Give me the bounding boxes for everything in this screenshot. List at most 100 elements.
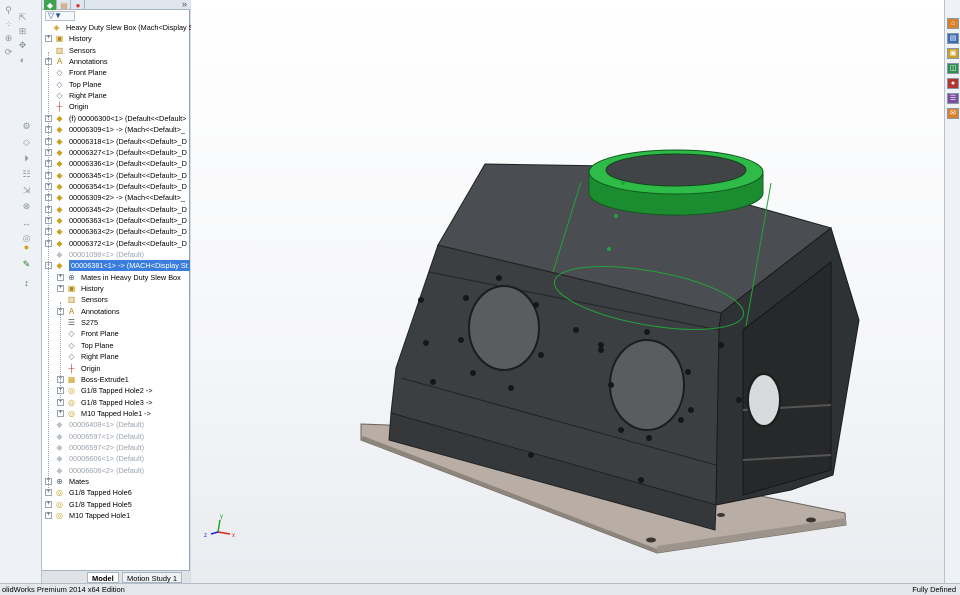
mate-icon[interactable]: ⊕	[2, 32, 15, 45]
tree-item[interactable]: + ◆ 00006354<1> (Default<<Default>_D	[42, 181, 188, 192]
expand-node-icon[interactable]: +	[57, 409, 64, 417]
tree-item[interactable]: + ▣ History	[42, 33, 188, 44]
smart-mate-icon[interactable]: ⚲	[2, 4, 15, 17]
bore-hole-2[interactable]	[609, 339, 685, 431]
bore-hole-1[interactable]	[468, 285, 540, 371]
part-icon: ◆	[56, 431, 63, 441]
tree-item[interactable]: ◇ Front Plane	[42, 328, 188, 339]
tab-model[interactable]: Model	[87, 572, 119, 583]
bore-hole-3[interactable]	[747, 373, 781, 427]
property-manager-tab[interactable]: ▤	[58, 0, 71, 10]
tree-item[interactable]: + ◆ 00006363<2> (Default<<Default>_D	[42, 226, 188, 237]
expand-node-icon[interactable]: +	[45, 35, 52, 43]
tree-item[interactable]: ◇ Top Plane	[42, 79, 188, 90]
tree-item[interactable]: - ◆ 00006381<1> -> (MACH<Display St	[42, 260, 190, 272]
tree-item[interactable]: + ◆ 00006309<2> -> (Mach<<Default>_	[42, 192, 188, 203]
file-explorer-icon[interactable]: ▣	[947, 48, 959, 59]
tree-item[interactable]: + ◆ 00006336<1> (Default<<Default>_D	[42, 158, 188, 169]
clearance-icon[interactable]: ↔	[20, 216, 33, 229]
tree-item[interactable]: + ◆ 00006309<1> -> (Mach<<Default>_	[42, 124, 188, 135]
tree-item[interactable]: ▥ Sensors	[42, 45, 188, 56]
tree-item[interactable]: ◈ Heavy Duty Slew Box (Mach<Display St	[42, 22, 195, 33]
linear-pattern-icon[interactable]: ⁘	[2, 18, 15, 31]
tree-item[interactable]: + ◎ M10 Tapped Hole1 ->	[42, 408, 188, 419]
expand-node-icon[interactable]: +	[57, 285, 64, 293]
hole-icon: ◎	[68, 408, 75, 418]
assembly-model-view[interactable]	[191, 0, 944, 583]
tree-item[interactable]: + ◆ (f) 00006300<1> (Default<<Default>	[42, 113, 188, 124]
tree-item[interactable]: ☰ S275	[42, 317, 188, 328]
tree-item[interactable]: ◇ Front Plane	[42, 67, 188, 78]
assembly-features-icon[interactable]: ⚙	[20, 120, 33, 133]
tree-item[interactable]: + ◆ 00006363<1> (Default<<Default>_D	[42, 215, 188, 226]
tree-item[interactable]: + ◎ G1/8 Tapped Hole2 ->	[42, 385, 188, 396]
custom-properties-icon[interactable]: ☰	[947, 93, 959, 104]
view-palette-icon[interactable]: ◫	[947, 63, 959, 74]
bill-of-materials-icon[interactable]: ☷	[20, 168, 33, 181]
tree-item[interactable]: ┼ Origin	[42, 363, 188, 374]
feature-tree-tab[interactable]: ◆	[44, 0, 57, 10]
tree-item[interactable]: + ▣ History	[42, 283, 188, 294]
tree-item[interactable]: + ◆ 00006345<1> (Default<<Default>_D	[42, 170, 188, 181]
tree-item[interactable]: ◇ Top Plane	[42, 340, 188, 351]
tree-item[interactable]: + ◆ 00006327<1> (Default<<Default>_D	[42, 147, 188, 158]
tree-filter[interactable]: ▽▼	[45, 11, 75, 21]
tree-item[interactable]: ◆ 00006606<2> (Default)	[42, 465, 188, 476]
collapse-panel-icon[interactable]: »	[182, 0, 187, 9]
expand-node-icon[interactable]: +	[45, 500, 52, 508]
configuration-manager-tab[interactable]: ●	[72, 0, 85, 10]
tree-item[interactable]: + ◎ G1/8 Tapped Hole6	[42, 487, 188, 498]
tree-item[interactable]: ◆ 00006597<2> (Default)	[42, 442, 188, 453]
tree-item[interactable]: + A Annotations	[42, 56, 188, 67]
rotate-component-icon[interactable]: ⟳	[2, 46, 15, 59]
reference-geometry-icon[interactable]: ◇	[20, 136, 33, 149]
graphics-area[interactable]: x y z	[191, 0, 944, 583]
smart-dimension-icon[interactable]: ↕	[20, 276, 33, 289]
tree-item-label: Mates	[69, 477, 89, 486]
insert-component-icon[interactable]: ⊞	[16, 25, 29, 38]
tree-item[interactable]: + ◎ G1/8 Tapped Hole5	[42, 499, 188, 510]
tree-item[interactable]: ▥ Sensors	[42, 294, 188, 305]
sketch-icon[interactable]: ✎	[20, 258, 33, 271]
configuration-manager-icon: ●	[75, 0, 81, 10]
task-pane: ⌂ ▤ ▣ ◫ ● ☰ ✉	[944, 0, 960, 583]
tree-guide-line	[48, 52, 49, 492]
solidworks-resources-icon[interactable]: ⌂	[947, 18, 959, 29]
tree-item[interactable]: + ⊕ Mates in Heavy Duty Slew Box	[42, 272, 188, 283]
tree-item[interactable]: + A Annotations	[42, 306, 188, 317]
tree-guide-line	[60, 302, 61, 402]
tree-item[interactable]: ◇ Right Plane	[42, 90, 188, 101]
tree-item[interactable]: ◆ 00006597<1> (Default)	[42, 431, 188, 442]
appearance-icon[interactable]: ●	[20, 240, 33, 253]
triad-y-label: y	[220, 514, 223, 520]
tree-item[interactable]: + ◆ 00006345<2> (Default<<Default>_D	[42, 204, 188, 215]
tree-item-label: 00006345<2> (Default<<Default>_D	[69, 204, 187, 214]
tree-item[interactable]: ◇ Right Plane	[42, 351, 188, 362]
expand-node-icon[interactable]: +	[57, 273, 64, 281]
tree-item[interactable]: ◆ 00006606<1> (Default)	[42, 453, 188, 464]
tree-item[interactable]: + ◆ 00006318<1> (Default<<Default>_D	[42, 136, 188, 147]
tab-motion-study-1[interactable]: Motion Study 1	[122, 572, 183, 583]
expand-node-icon[interactable]: +	[45, 512, 52, 520]
design-library-icon[interactable]: ▤	[947, 33, 959, 44]
move-component-icon[interactable]: ✥	[16, 39, 29, 52]
tree-item[interactable]: + ▦ Boss-Extrude1	[42, 374, 188, 385]
interference-icon[interactable]: ⊗	[20, 200, 33, 213]
tree-item[interactable]: ┼ Origin	[42, 101, 188, 112]
tree-item[interactable]: ◆ 00006408<1> (Default)	[42, 419, 188, 430]
appearances-icon[interactable]: ●	[947, 78, 959, 89]
explode-icon[interactable]: ⇱	[16, 11, 29, 24]
feature-manager-tabs: ◆ ▤ ● »	[42, 0, 190, 10]
tree-item[interactable]: + ◎ G1/8 Tapped Hole3 ->	[42, 397, 188, 408]
tree-item-label: 00006372<1> (Default<<Default>_D	[69, 238, 187, 248]
tree-item[interactable]: ◆ 00001098<1> (Default)	[42, 249, 188, 260]
forum-icon[interactable]: ✉	[947, 108, 959, 119]
tree-item-label: 00006309<1> -> (Mach<<Default>_	[69, 125, 186, 135]
tree-item[interactable]: + ⊕ Mates	[42, 476, 188, 487]
tree-item[interactable]: + ◎ M10 Tapped Hole1	[42, 510, 188, 521]
tree-item-label: G1/8 Tapped Hole6	[69, 488, 132, 498]
show-hidden-icon[interactable]: ◐	[16, 53, 29, 66]
new-motion-study-icon[interactable]: ⏵	[20, 152, 33, 165]
tree-item[interactable]: + ◆ 00006372<1> (Default<<Default>_D	[42, 238, 188, 249]
exploded-view-icon[interactable]: ⇲	[20, 184, 33, 197]
